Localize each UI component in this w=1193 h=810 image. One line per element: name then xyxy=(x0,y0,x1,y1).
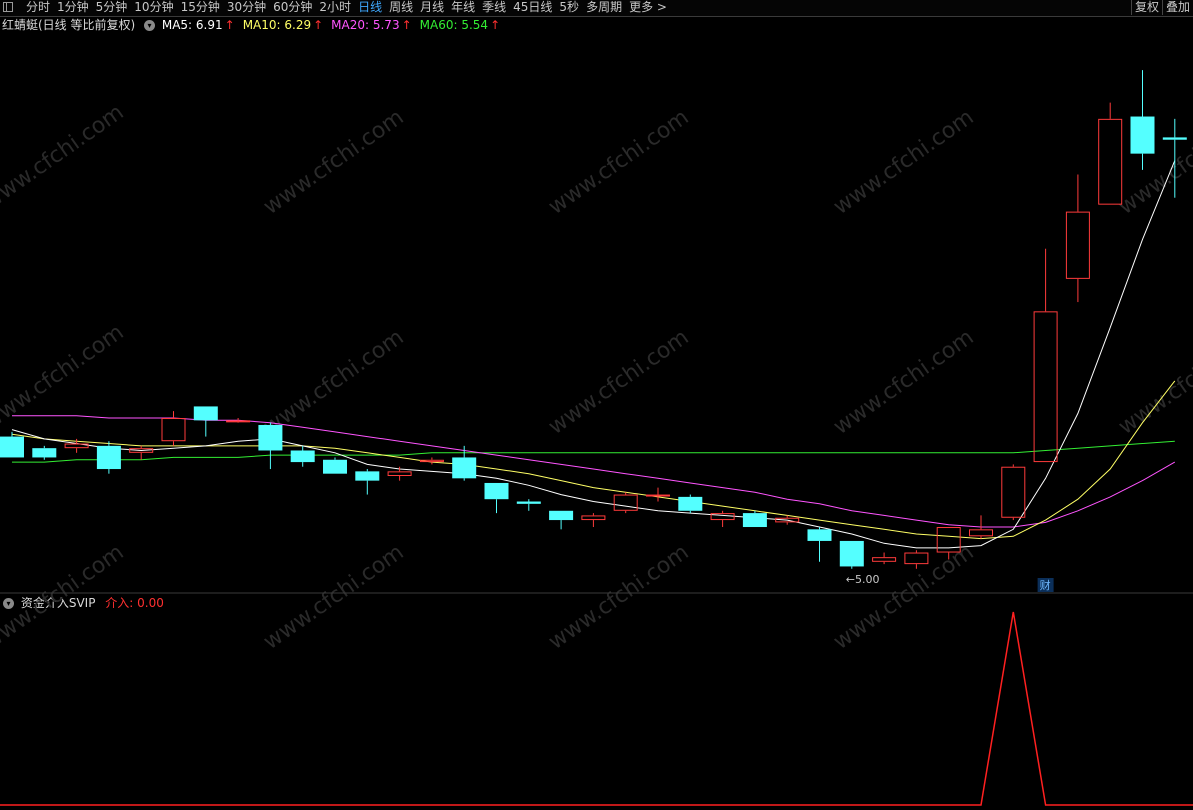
candle-body xyxy=(1001,466,1026,518)
candle xyxy=(355,469,380,495)
candle-body xyxy=(549,510,574,521)
candle xyxy=(1065,174,1090,303)
candle xyxy=(872,552,897,565)
candle xyxy=(484,482,509,514)
watermark-text: www.cfchi.com xyxy=(259,325,408,440)
candle-body xyxy=(452,457,477,479)
candle xyxy=(1001,464,1026,521)
watermark-text: www.cfchi.com xyxy=(259,540,408,655)
candles xyxy=(0,70,1187,569)
candle xyxy=(646,487,670,502)
candle xyxy=(1098,102,1123,205)
candle-body xyxy=(807,529,832,541)
watermark-text: www.cfchi.com xyxy=(544,325,693,440)
candle-body xyxy=(613,494,638,511)
candle xyxy=(613,492,638,514)
ma-lines xyxy=(11,160,1176,549)
candle-body xyxy=(1098,118,1123,205)
candle-body xyxy=(872,557,897,562)
candle xyxy=(839,540,864,569)
watermark-layer: www.cfchi.com www.cfchi.com www.cfchi.com w… xyxy=(0,100,1193,655)
candle-body xyxy=(904,552,929,565)
candle xyxy=(742,510,767,528)
candle-body xyxy=(969,529,993,537)
candle xyxy=(1130,70,1155,170)
candle xyxy=(387,466,412,481)
candle-body xyxy=(290,450,315,463)
candle-body xyxy=(484,482,509,500)
watermark-text: www.cfchi.com xyxy=(544,105,693,220)
candle-body xyxy=(32,448,57,458)
candle xyxy=(323,457,347,474)
signal-line xyxy=(0,611,1193,806)
candle xyxy=(516,499,541,511)
ma5-line xyxy=(11,160,1176,549)
signal-series-line xyxy=(0,611,1193,806)
candle-body xyxy=(355,471,380,481)
watermark-text: www.cfchi.com xyxy=(544,540,693,655)
candle-body xyxy=(1162,137,1187,140)
candle xyxy=(226,418,251,423)
candle-body xyxy=(1033,311,1058,463)
ma60-line xyxy=(12,440,1175,463)
cai-badge-label: 财 xyxy=(1040,578,1051,592)
candle xyxy=(549,510,574,530)
watermark-text: www.cfchi.com xyxy=(829,325,978,440)
candle-body xyxy=(258,424,283,451)
candle xyxy=(581,513,606,528)
candle-body xyxy=(646,494,670,497)
watermark-text: www.cfchi.com xyxy=(1114,325,1193,440)
candle-body xyxy=(161,418,186,442)
candle-body xyxy=(1130,116,1155,154)
candle xyxy=(904,550,929,569)
candle-body xyxy=(96,445,121,470)
candle-body xyxy=(323,459,347,474)
candle xyxy=(258,422,283,470)
candle-body xyxy=(581,515,606,521)
candle-body xyxy=(678,496,703,511)
candle-body xyxy=(516,501,541,504)
candle-body xyxy=(0,436,24,458)
candle xyxy=(452,445,477,481)
kline-chart[interactable]: www.cfchi.com www.cfchi.com www.cfchi.com w… xyxy=(0,0,1193,810)
watermark-text: www.cfchi.com xyxy=(0,540,129,655)
candle xyxy=(129,445,154,460)
candle-body xyxy=(839,540,864,567)
watermark-text: www.cfchi.com xyxy=(0,100,129,215)
candle xyxy=(193,406,218,437)
candle-body xyxy=(387,471,412,476)
candle-body xyxy=(193,406,218,421)
candle xyxy=(96,441,121,474)
watermark-text: www.cfchi.com xyxy=(829,105,978,220)
candle-body xyxy=(742,513,767,528)
candle xyxy=(710,510,735,528)
candle-body xyxy=(1065,211,1090,279)
candle-body xyxy=(226,420,251,423)
ma20-line xyxy=(12,415,1176,528)
candle xyxy=(1033,248,1058,463)
candle xyxy=(290,445,315,467)
watermark-text: www.cfchi.com xyxy=(259,105,408,220)
candle xyxy=(32,445,57,460)
low-price-marker: ←5.00 xyxy=(846,573,880,586)
candle xyxy=(807,527,832,562)
candle xyxy=(161,411,186,446)
candle xyxy=(678,494,703,514)
